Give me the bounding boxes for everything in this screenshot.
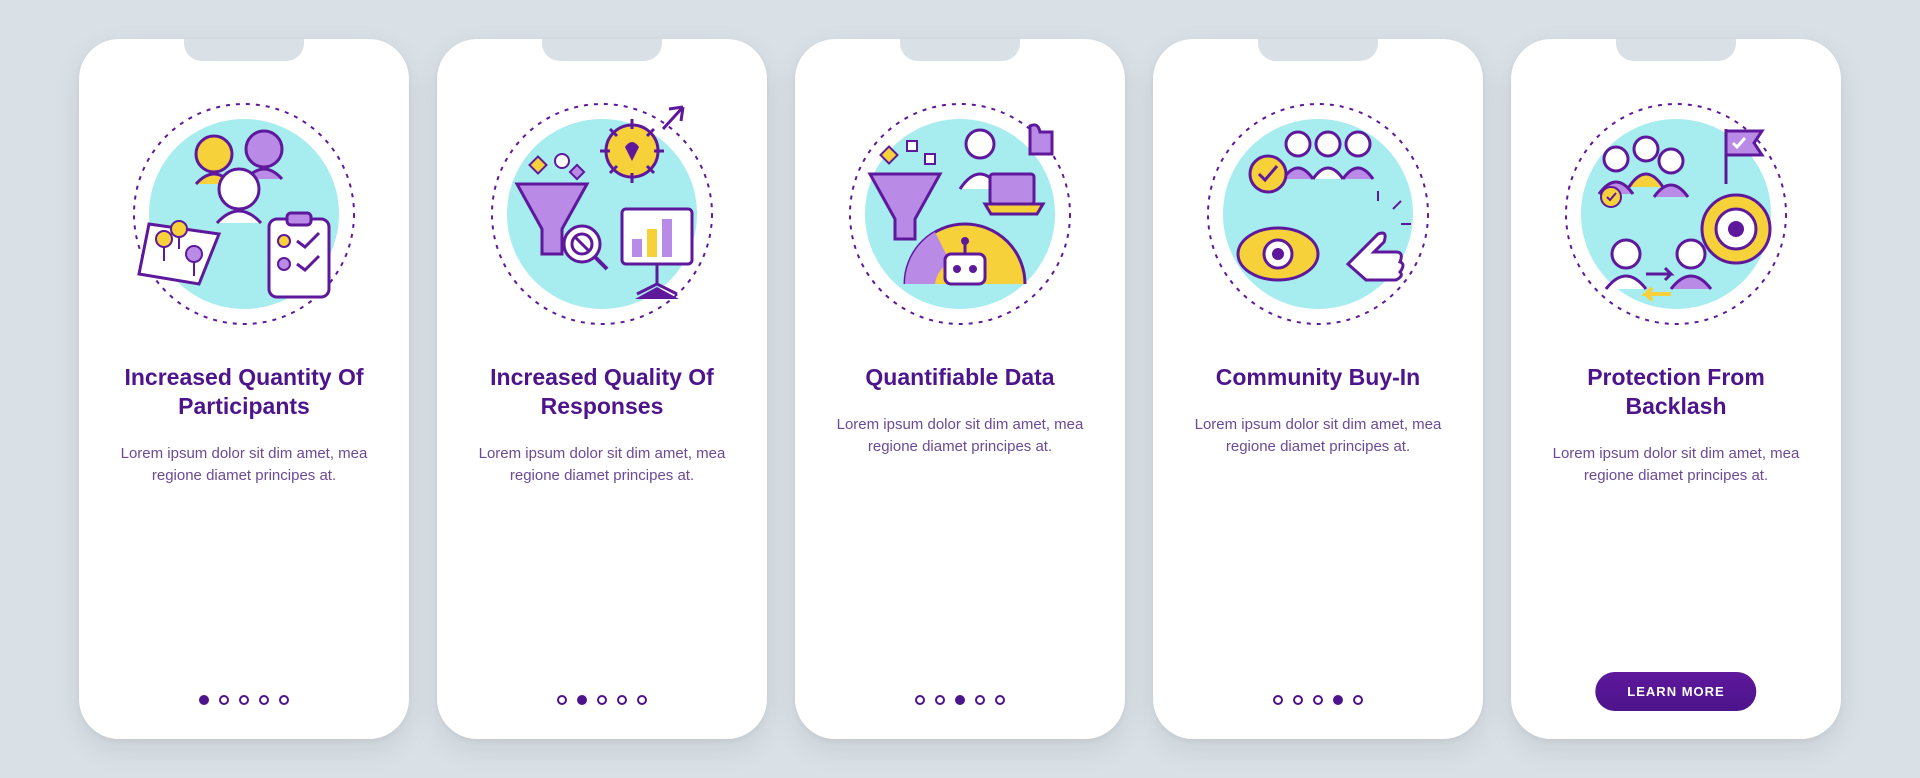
learn-more-button[interactable]: LEARN MORE [1595, 672, 1756, 711]
pagination-dots [557, 695, 647, 705]
card-title: Quantifiable Data [865, 363, 1054, 392]
page-dot[interactable] [239, 695, 249, 705]
page-dot[interactable] [557, 695, 567, 705]
page-dot[interactable] [975, 695, 985, 705]
page-dot[interactable] [915, 695, 925, 705]
onboarding-card: Quantifiable Data Lorem ipsum dolor sit … [795, 39, 1125, 739]
card-desc: Lorem ipsum dolor sit dim amet, mea regi… [1546, 443, 1806, 488]
quality-icon [477, 89, 727, 339]
page-dot[interactable] [995, 695, 1005, 705]
page-dot[interactable] [1313, 695, 1323, 705]
phone-notch [184, 39, 304, 61]
page-dot[interactable] [279, 695, 289, 705]
card-desc: Lorem ipsum dolor sit dim amet, mea regi… [830, 414, 1090, 459]
page-dot[interactable] [1353, 695, 1363, 705]
page-dot[interactable] [935, 695, 945, 705]
page-dot[interactable] [637, 695, 647, 705]
phone-notch [542, 39, 662, 61]
card-desc: Lorem ipsum dolor sit dim amet, mea regi… [472, 443, 732, 488]
card-desc: Lorem ipsum dolor sit dim amet, mea regi… [1188, 414, 1448, 459]
onboarding-card: Community Buy-In Lorem ipsum dolor sit d… [1153, 39, 1483, 739]
phone-notch [1616, 39, 1736, 61]
page-dot[interactable] [597, 695, 607, 705]
pagination-dots [915, 695, 1005, 705]
card-title: Protection From Backlash [1543, 363, 1809, 421]
page-dot[interactable] [199, 695, 209, 705]
page-dot[interactable] [955, 695, 965, 705]
onboarding-card: Increased Quantity Of Participants Lorem… [79, 39, 409, 739]
page-dot[interactable] [617, 695, 627, 705]
participants-icon [119, 89, 369, 339]
page-dot[interactable] [259, 695, 269, 705]
card-title: Increased Quantity Of Participants [111, 363, 377, 421]
card-desc: Lorem ipsum dolor sit dim amet, mea regi… [114, 443, 374, 488]
protection-icon [1551, 89, 1801, 339]
onboarding-card: Increased Quality Of Responses Lorem ips… [437, 39, 767, 739]
pagination-dots [199, 695, 289, 705]
card-title: Increased Quality Of Responses [469, 363, 735, 421]
phone-notch [1258, 39, 1378, 61]
data-icon [835, 89, 1085, 339]
pagination-dots [1273, 695, 1363, 705]
community-icon [1193, 89, 1443, 339]
phone-notch [900, 39, 1020, 61]
card-title: Community Buy-In [1216, 363, 1420, 392]
page-dot[interactable] [1293, 695, 1303, 705]
page-dot[interactable] [219, 695, 229, 705]
page-dot[interactable] [577, 695, 587, 705]
page-dot[interactable] [1273, 695, 1283, 705]
onboarding-card: Protection From Backlash Lorem ipsum dol… [1511, 39, 1841, 739]
page-dot[interactable] [1333, 695, 1343, 705]
